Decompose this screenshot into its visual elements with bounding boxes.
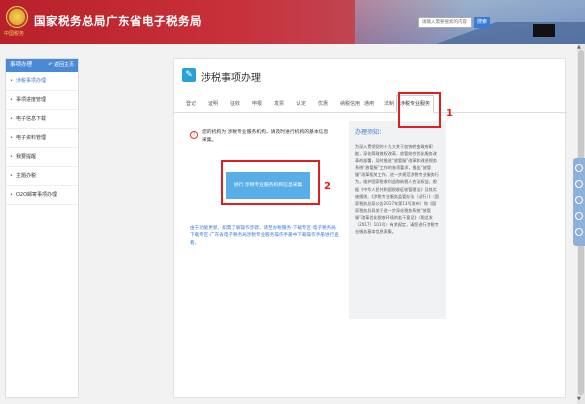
help-link-text[interactable]: 由于功能更新，如需了解操作步骤，请至办税服务-下载专区-电子税务局下载专区-广东…	[190, 225, 340, 247]
tab-legal[interactable]: 法制	[384, 100, 394, 107]
tab-tax-credit[interactable]: 纳税信用	[340, 100, 360, 107]
annotation-box-1	[398, 92, 441, 128]
share-icon[interactable]	[575, 196, 583, 204]
app-root: 中国税务 国家税务总局广东省电子税务局 搜索 事项办理 ↶ 返回主页 涉税事项办…	[0, 0, 585, 404]
category-tabs: 登记 证明 征收 申报 发票 认定 优惠 纳税信用 通用 法制 涉税专业服务	[174, 95, 567, 113]
tab-invoice[interactable]: 发票	[274, 100, 284, 107]
page-title: 涉税事项办理	[201, 73, 261, 84]
alert-icon: !	[190, 131, 198, 139]
tax-emblem-icon	[6, 6, 28, 28]
main-panel: ✎ 涉税事项办理 登记 证明 征收 申报 发票 认定 优惠 纳税信用 通用 法制…	[173, 58, 567, 398]
floating-toolbar	[573, 158, 585, 246]
sidebar-item-o2o[interactable]: O2O邮寄事项办理	[6, 186, 78, 205]
annotation-number-1: 1	[446, 108, 453, 119]
back-to-top-icon[interactable]	[575, 228, 583, 236]
back-home-label: 返回主页	[53, 62, 74, 68]
sidebar-title: 事项办理	[10, 62, 33, 68]
sidebar-item-theme[interactable]: 主题办税	[6, 167, 78, 186]
sidebar-header: 事项办理 ↶ 返回主页	[6, 59, 78, 72]
feedback-icon[interactable]	[575, 180, 583, 188]
tab-general[interactable]: 通用	[364, 100, 374, 107]
back-home-link[interactable]: ↶ 返回主页	[48, 59, 74, 72]
tab-collection[interactable]: 征收	[230, 100, 240, 107]
sidebar-item-tax-matters[interactable]: 涉税事项办理	[6, 72, 78, 91]
annotation-box-2	[221, 160, 320, 205]
tab-preferential[interactable]: 优惠	[318, 100, 328, 107]
tab-declaration[interactable]: 申报	[252, 100, 262, 107]
scroll-up-arrow-icon[interactable]: ▲	[577, 44, 581, 50]
tab-recognition[interactable]: 认定	[296, 100, 306, 107]
search-button[interactable]: 搜索	[474, 17, 490, 28]
service-icon[interactable]	[575, 164, 583, 172]
scroll-down-arrow-icon[interactable]: ▼	[577, 396, 581, 402]
edit-icon: ✎	[182, 68, 196, 82]
tab-certificate[interactable]: 证明	[208, 100, 218, 107]
search-input[interactable]	[418, 17, 472, 28]
sidebar-item-reminder[interactable]: 我要提醒	[6, 148, 78, 167]
sidebar-item-documents[interactable]: 电子资料管理	[6, 129, 78, 148]
notice-text: 您的机构为 涉税专业服务机构，请及时进行机构的基本信息采集。	[202, 130, 329, 143]
instructions-body: 为深入贯彻党的十九大关于加快转变政府职能，深化简政放权改革，放管结合优化服务改革…	[355, 144, 439, 235]
instructions-title: 办理须知：	[355, 129, 386, 136]
sidebar: 事项办理 ↶ 返回主页 涉税事项办理 事项进度管理 电子信息下载 电子资料管理 …	[5, 58, 79, 398]
sidebar-item-download[interactable]: 电子信息下载	[6, 110, 78, 129]
annotation-number-2: 2	[324, 181, 331, 192]
mobile-icon[interactable]	[575, 212, 583, 220]
tab-registration[interactable]: 登记	[186, 100, 196, 107]
instructions-panel: 办理须知： 为深入贯彻党的十九大关于加快转变政府职能，深化简政放权改革，放管结合…	[349, 121, 446, 319]
logo-subtext: 中国税务	[4, 31, 25, 37]
user-info-redacted[interactable]	[533, 24, 555, 37]
header: 中国税务 国家税务总局广东省电子税务局 搜索	[0, 0, 585, 44]
sidebar-item-progress[interactable]: 事项进度管理	[6, 91, 78, 110]
site-title: 国家税务总局广东省电子税务局	[34, 14, 202, 28]
